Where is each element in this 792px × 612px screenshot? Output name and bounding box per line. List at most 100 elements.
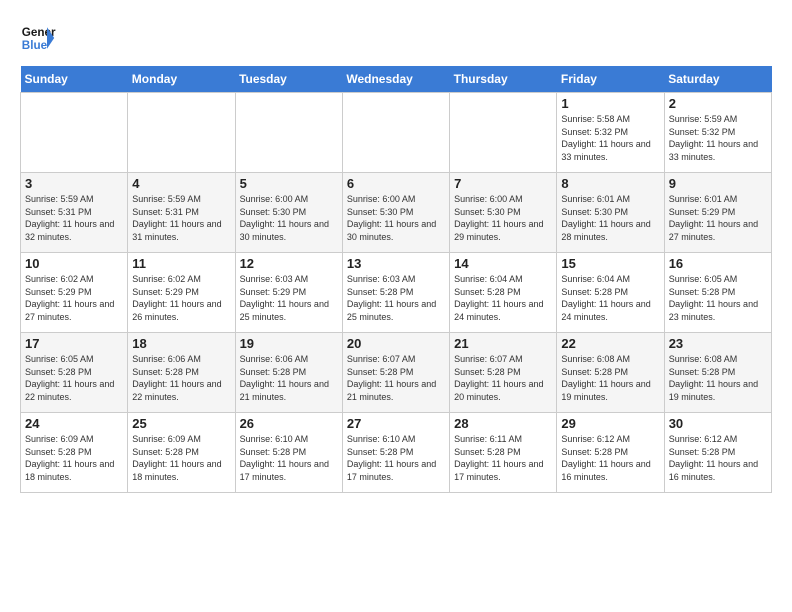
day-header-thursday: Thursday xyxy=(450,66,557,93)
day-header-saturday: Saturday xyxy=(664,66,771,93)
calendar-cell: 14 Sunrise: 6:04 AM Sunset: 5:28 PM Dayli… xyxy=(450,253,557,333)
day-info: Sunrise: 6:06 AM Sunset: 5:28 PM Dayligh… xyxy=(240,353,338,403)
calendar-cell: 7 Sunrise: 6:00 AM Sunset: 5:30 PM Daylig… xyxy=(450,173,557,253)
day-info: Sunrise: 6:05 AM Sunset: 5:28 PM Dayligh… xyxy=(669,273,767,323)
day-number: 9 xyxy=(669,176,767,191)
day-number: 4 xyxy=(132,176,230,191)
calendar-week-3: 10Sunrise: 6:02 AM Sunset: 5:29 PM Dayli… xyxy=(21,253,772,333)
day-header-sunday: Sunday xyxy=(21,66,128,93)
day-info: Sunrise: 6:00 AM Sunset: 5:30 PM Dayligh… xyxy=(347,193,445,243)
calendar-cell: 15Sunrise: 6:04 AM Sunset: 5:28 PM Dayli… xyxy=(557,253,664,333)
calendar-cell: 18Sunrise: 6:06 AM Sunset: 5:28 PM Dayli… xyxy=(128,333,235,413)
calendar-cell: 10Sunrise: 6:02 AM Sunset: 5:29 PM Dayli… xyxy=(21,253,128,333)
day-info: Sunrise: 6:11 AM Sunset: 5:28 PM Dayligh… xyxy=(454,433,552,483)
day-number: 22 xyxy=(561,336,659,351)
day-info: Sunrise: 6:04 AM Sunset: 5:28 PM Dayligh… xyxy=(561,273,659,323)
calendar-week-5: 24 Sunrise: 6:09 AM Sunset: 5:28 PM Dayli… xyxy=(21,413,772,493)
day-info: Sunrise: 6:09 AM Sunset: 5:28 PM Dayligh… xyxy=(25,433,123,483)
day-info: Sunrise: 6:02 AM Sunset: 5:29 PM Dayligh… xyxy=(25,273,123,323)
calendar-week-4: 17 Sunrise: 6:05 AM Sunset: 5:28 PM Dayli… xyxy=(21,333,772,413)
day-number: 11 xyxy=(132,256,230,271)
logo-icon: General Blue xyxy=(20,20,56,56)
calendar-cell: 29 Sunrise: 6:12 AM Sunset: 5:28 PM Dayli… xyxy=(557,413,664,493)
day-number: 24 xyxy=(25,416,123,431)
day-number: 29 xyxy=(561,416,659,431)
day-number: 7 xyxy=(454,176,552,191)
day-info: Sunrise: 6:00 AM Sunset: 5:30 PM Dayligh… xyxy=(240,193,338,243)
day-number: 26 xyxy=(240,416,338,431)
calendar-cell: 6 Sunrise: 6:00 AM Sunset: 5:30 PM Daylig… xyxy=(342,173,449,253)
calendar-cell xyxy=(450,93,557,173)
calendar-cell: 1 Sunrise: 5:58 AM Sunset: 5:32 PM Daylig… xyxy=(557,93,664,173)
day-number: 2 xyxy=(669,96,767,111)
day-number: 28 xyxy=(454,416,552,431)
day-number: 30 xyxy=(669,416,767,431)
day-info: Sunrise: 6:10 AM Sunset: 5:28 PM Dayligh… xyxy=(240,433,338,483)
day-info: Sunrise: 6:08 AM Sunset: 5:28 PM Dayligh… xyxy=(669,353,767,403)
calendar-cell: 28 Sunrise: 6:11 AM Sunset: 5:28 PM Dayli… xyxy=(450,413,557,493)
day-info: Sunrise: 6:05 AM Sunset: 5:28 PM Dayligh… xyxy=(25,353,123,403)
logo: General Blue xyxy=(20,20,56,56)
calendar-cell: 25 Sunrise: 6:09 AM Sunset: 5:28 PM Dayli… xyxy=(128,413,235,493)
calendar-cell: 26 Sunrise: 6:10 AM Sunset: 5:28 PM Dayli… xyxy=(235,413,342,493)
day-number: 13 xyxy=(347,256,445,271)
calendar-cell: 23 Sunrise: 6:08 AM Sunset: 5:28 PM Dayli… xyxy=(664,333,771,413)
calendar-cell: 13 Sunrise: 6:03 AM Sunset: 5:28 PM Dayli… xyxy=(342,253,449,333)
day-number: 14 xyxy=(454,256,552,271)
day-number: 5 xyxy=(240,176,338,191)
day-number: 16 xyxy=(669,256,767,271)
calendar-cell: 3Sunrise: 5:59 AM Sunset: 5:31 PM Daylig… xyxy=(21,173,128,253)
day-header-wednesday: Wednesday xyxy=(342,66,449,93)
day-number: 20 xyxy=(347,336,445,351)
calendar-cell: 5 Sunrise: 6:00 AM Sunset: 5:30 PM Daylig… xyxy=(235,173,342,253)
calendar-cell: 4 Sunrise: 5:59 AM Sunset: 5:31 PM Daylig… xyxy=(128,173,235,253)
day-info: Sunrise: 6:04 AM Sunset: 5:28 PM Dayligh… xyxy=(454,273,552,323)
day-info: Sunrise: 6:10 AM Sunset: 5:28 PM Dayligh… xyxy=(347,433,445,483)
calendar-cell: 27 Sunrise: 6:10 AM Sunset: 5:28 PM Dayli… xyxy=(342,413,449,493)
calendar-table: SundayMondayTuesdayWednesdayThursdayFrid… xyxy=(20,66,772,493)
calendar-cell: 17 Sunrise: 6:05 AM Sunset: 5:28 PM Dayli… xyxy=(21,333,128,413)
day-number: 25 xyxy=(132,416,230,431)
day-number: 21 xyxy=(454,336,552,351)
calendar-cell: 2 Sunrise: 5:59 AM Sunset: 5:32 PM Daylig… xyxy=(664,93,771,173)
day-header-friday: Friday xyxy=(557,66,664,93)
calendar-cell xyxy=(21,93,128,173)
calendar-cell xyxy=(128,93,235,173)
day-info: Sunrise: 5:59 AM Sunset: 5:31 PM Dayligh… xyxy=(132,193,230,243)
day-info: Sunrise: 6:06 AM Sunset: 5:28 PM Dayligh… xyxy=(132,353,230,403)
calendar-cell: 19 Sunrise: 6:06 AM Sunset: 5:28 PM Dayli… xyxy=(235,333,342,413)
calendar-cell: 9Sunrise: 6:01 AM Sunset: 5:29 PM Daylig… xyxy=(664,173,771,253)
calendar-header-row: SundayMondayTuesdayWednesdayThursdayFrid… xyxy=(21,66,772,93)
day-info: Sunrise: 6:03 AM Sunset: 5:28 PM Dayligh… xyxy=(347,273,445,323)
day-info: Sunrise: 5:58 AM Sunset: 5:32 PM Dayligh… xyxy=(561,113,659,163)
calendar-week-2: 3Sunrise: 5:59 AM Sunset: 5:31 PM Daylig… xyxy=(21,173,772,253)
day-header-tuesday: Tuesday xyxy=(235,66,342,93)
calendar-cell: 16 Sunrise: 6:05 AM Sunset: 5:28 PM Dayli… xyxy=(664,253,771,333)
day-number: 19 xyxy=(240,336,338,351)
calendar-cell: 11 Sunrise: 6:02 AM Sunset: 5:29 PM Dayli… xyxy=(128,253,235,333)
svg-text:Blue: Blue xyxy=(22,39,48,52)
day-header-monday: Monday xyxy=(128,66,235,93)
calendar-cell: 20 Sunrise: 6:07 AM Sunset: 5:28 PM Dayli… xyxy=(342,333,449,413)
day-info: Sunrise: 6:09 AM Sunset: 5:28 PM Dayligh… xyxy=(132,433,230,483)
day-number: 1 xyxy=(561,96,659,111)
day-number: 6 xyxy=(347,176,445,191)
calendar-cell: 24 Sunrise: 6:09 AM Sunset: 5:28 PM Dayli… xyxy=(21,413,128,493)
day-info: Sunrise: 6:00 AM Sunset: 5:30 PM Dayligh… xyxy=(454,193,552,243)
day-info: Sunrise: 5:59 AM Sunset: 5:32 PM Dayligh… xyxy=(669,113,767,163)
day-number: 23 xyxy=(669,336,767,351)
day-number: 27 xyxy=(347,416,445,431)
day-number: 17 xyxy=(25,336,123,351)
day-info: Sunrise: 6:01 AM Sunset: 5:30 PM Dayligh… xyxy=(561,193,659,243)
calendar-cell: 30 Sunrise: 6:12 AM Sunset: 5:28 PM Dayli… xyxy=(664,413,771,493)
day-info: Sunrise: 6:12 AM Sunset: 5:28 PM Dayligh… xyxy=(561,433,659,483)
calendar-cell xyxy=(342,93,449,173)
day-info: Sunrise: 6:02 AM Sunset: 5:29 PM Dayligh… xyxy=(132,273,230,323)
calendar-week-1: 1 Sunrise: 5:58 AM Sunset: 5:32 PM Daylig… xyxy=(21,93,772,173)
calendar-cell: 8Sunrise: 6:01 AM Sunset: 5:30 PM Daylig… xyxy=(557,173,664,253)
day-info: Sunrise: 6:12 AM Sunset: 5:28 PM Dayligh… xyxy=(669,433,767,483)
day-info: Sunrise: 6:07 AM Sunset: 5:28 PM Dayligh… xyxy=(454,353,552,403)
day-info: Sunrise: 6:07 AM Sunset: 5:28 PM Dayligh… xyxy=(347,353,445,403)
day-number: 12 xyxy=(240,256,338,271)
day-info: Sunrise: 6:03 AM Sunset: 5:29 PM Dayligh… xyxy=(240,273,338,323)
